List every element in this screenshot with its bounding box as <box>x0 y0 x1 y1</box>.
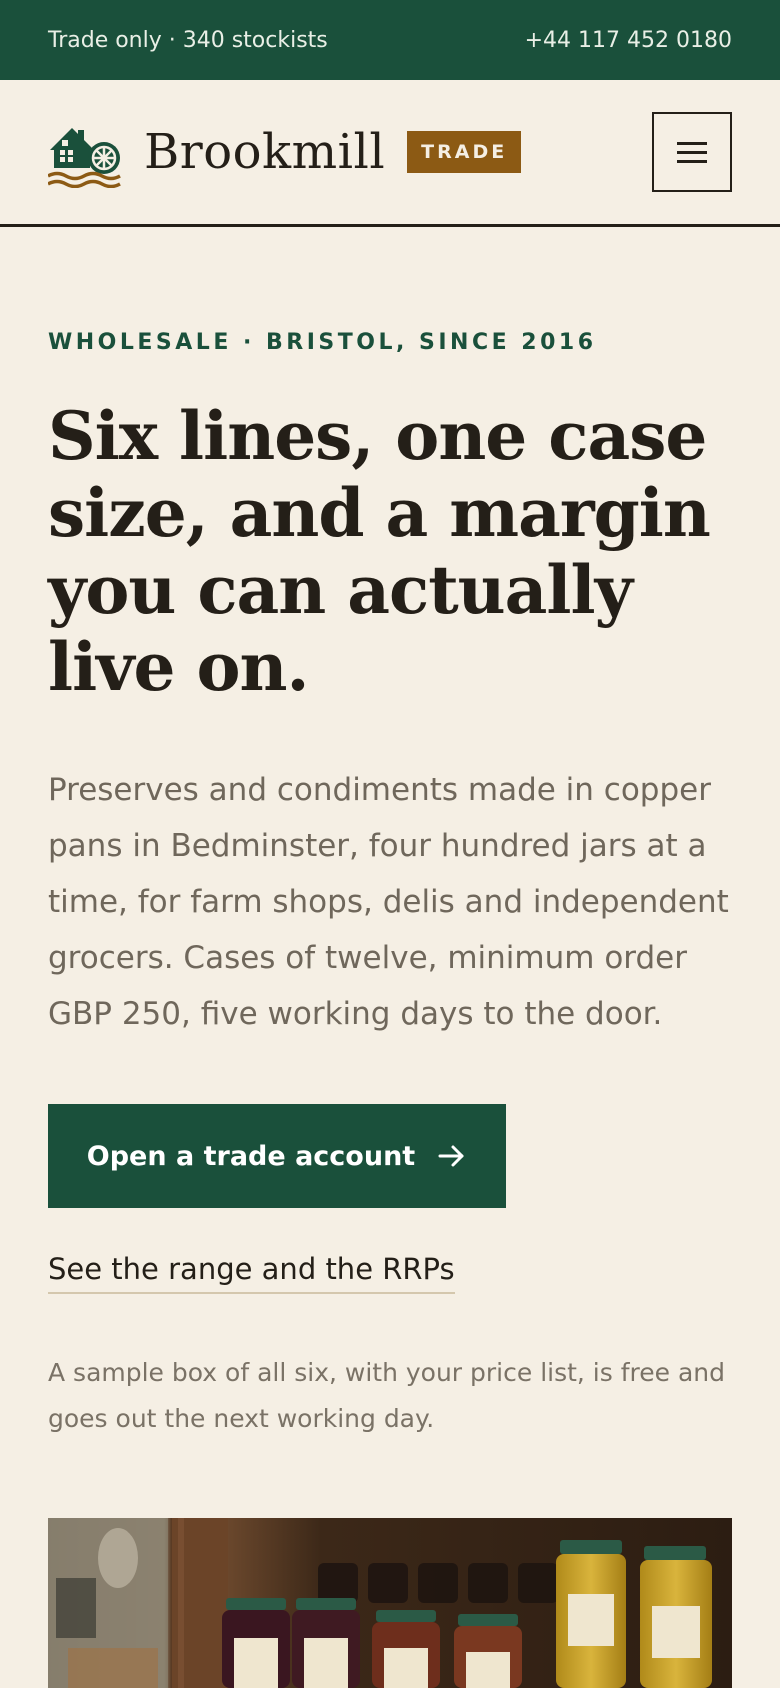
range-rrps-link[interactable]: See the range and the RRPs <box>48 1252 455 1294</box>
cta-label: Open a trade account <box>86 1140 416 1172</box>
sample-box-note: A sample box of all six, with your price… <box>48 1358 726 1433</box>
topbar-tagline: Trade only · 340 stockists <box>48 27 328 53</box>
site-header: Brookmill TRADE <box>0 80 780 227</box>
hero-eyebrow: WHOLESALE · BRISTOL, SINCE 2016 <box>48 330 597 355</box>
logo-link[interactable]: Brookmill <box>48 116 407 188</box>
hero-headline: Six lines, one case size, and a margin y… <box>48 397 711 706</box>
brand-name: Brookmill <box>144 124 386 180</box>
top-bar: Trade only · 340 stockists +44 117 452 0… <box>0 0 780 80</box>
preserve-jars-illustration <box>48 1518 732 1688</box>
house-waterwheel-icon <box>48 128 121 188</box>
hamburger-menu-icon <box>677 141 707 145</box>
hero-lead: Preserves and condiments made in copper … <box>48 772 729 1032</box>
hero-image <box>48 1518 732 1688</box>
open-trade-account-button[interactable]: Open a trade account <box>48 1104 506 1208</box>
menu-button[interactable] <box>652 112 732 192</box>
arrow-right-icon <box>438 1145 464 1167</box>
phone-link[interactable]: +44 117 452 0180 <box>525 28 732 53</box>
trade-badge: TRADE <box>407 131 522 173</box>
